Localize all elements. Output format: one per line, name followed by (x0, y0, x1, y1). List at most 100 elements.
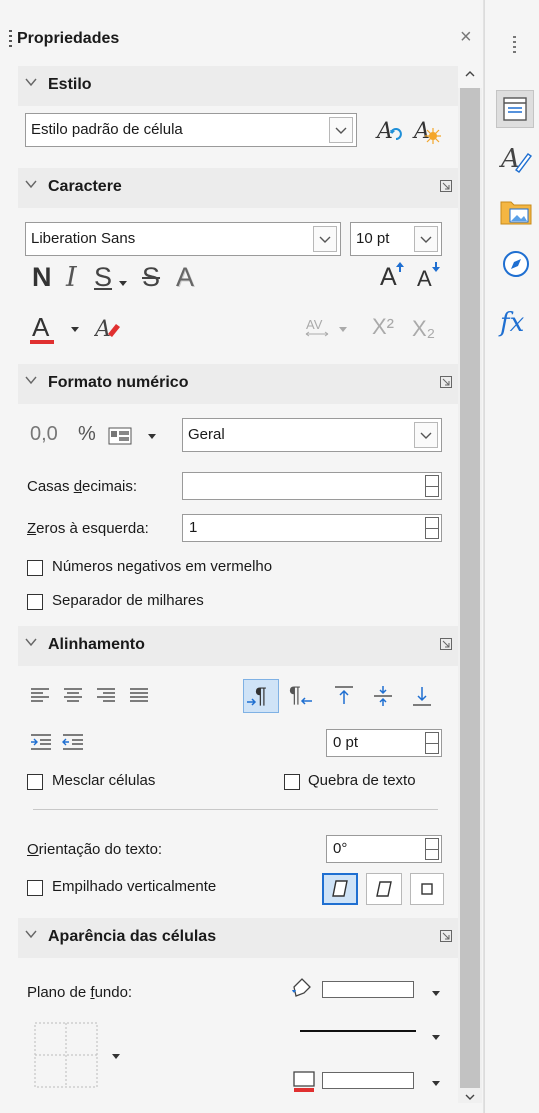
section-header-style[interactable]: Estilo (18, 66, 458, 106)
svg-text:A: A (375, 119, 393, 144)
justify-icon[interactable] (129, 686, 149, 706)
svg-text:A: A (94, 317, 111, 342)
chevron-down-icon (25, 930, 37, 939)
section-header-alignment[interactable]: Alinhamento (18, 626, 458, 666)
chevron-down-icon[interactable] (414, 422, 438, 448)
paragraph-ltr-icon: ¶ (247, 683, 267, 708)
tab-styles-icon[interactable]: A (498, 142, 534, 176)
close-panel-button[interactable]: × (460, 26, 472, 49)
more-options-icon[interactable] (440, 638, 452, 650)
tab-gallery-icon[interactable] (498, 196, 534, 228)
separator (33, 809, 438, 810)
decimal-format-button[interactable]: 0,0 (30, 423, 58, 446)
stacked-vertically-checkbox[interactable] (27, 880, 43, 896)
tab-navigator-icon[interactable] (500, 248, 532, 280)
line-color-swatch[interactable] (322, 1072, 414, 1089)
new-style-icon[interactable]: A (412, 117, 442, 145)
chevron-down-icon (25, 376, 37, 385)
number-format-select[interactable]: Geral (182, 418, 442, 452)
strikethrough-button[interactable]: S (142, 262, 160, 293)
chevron-down-icon[interactable] (313, 226, 337, 252)
leading-zeros-spinner[interactable]: 1 (182, 514, 442, 542)
orientation-option-3[interactable] (410, 873, 444, 905)
scroll-down-icon[interactable] (463, 1091, 477, 1103)
background-dropdown-icon[interactable] (431, 990, 441, 998)
deck-menu-icon[interactable] (513, 36, 516, 54)
merge-cells-label: Mesclar células (52, 772, 156, 789)
chevron-down-icon[interactable] (329, 117, 353, 143)
more-options-icon[interactable] (440, 930, 452, 942)
orientation-option-1[interactable] (322, 873, 358, 905)
decimal-places-spinner[interactable] (182, 472, 442, 500)
highlight-color-icon[interactable]: A (94, 314, 124, 342)
increase-indent-icon[interactable] (30, 733, 52, 753)
subscript-button: X₂ (412, 316, 436, 341)
font-name-select[interactable]: Liberation Sans (25, 222, 341, 256)
merge-cells-checkbox[interactable] (27, 774, 43, 790)
arrow-down-icon (432, 262, 440, 272)
shadow-button[interactable]: A (176, 262, 194, 293)
negative-red-checkbox[interactable] (27, 560, 43, 576)
align-right-icon[interactable] (96, 686, 116, 706)
chevron-down-icon[interactable] (414, 226, 438, 252)
number-format-icon[interactable] (108, 426, 132, 446)
section-header-number-format[interactable]: Formato numérico (18, 364, 458, 404)
more-options-icon[interactable] (440, 376, 452, 388)
text-orientation-spinner[interactable]: 0° (326, 835, 442, 863)
percent-format-button[interactable]: % (78, 423, 96, 446)
cell-borders-dropdown-icon[interactable] (111, 1053, 121, 1061)
panel-grip-icon[interactable] (9, 30, 12, 48)
indent-spinner[interactable]: 0 pt (326, 729, 442, 757)
align-center-icon[interactable] (63, 686, 83, 706)
bold-button[interactable]: N (32, 262, 52, 293)
shrink-font-button[interactable]: A (417, 266, 432, 292)
spin-buttons[interactable] (425, 732, 439, 754)
section-header-character[interactable]: Caractere (18, 168, 458, 208)
line-color-icon[interactable] (292, 1070, 316, 1094)
number-format-dropdown-icon[interactable] (147, 433, 157, 441)
tab-properties[interactable] (496, 90, 534, 128)
spin-buttons[interactable] (425, 475, 439, 497)
negative-red-label: Números negativos em vermelho (52, 558, 273, 575)
update-style-icon[interactable]: A (375, 117, 405, 145)
paragraph-rtl-icon[interactable]: ¶ (286, 679, 320, 711)
underline-dropdown-icon[interactable] (118, 280, 128, 288)
properties-icon (503, 97, 527, 121)
section-header-cell-appearance[interactable]: Aparência das células (18, 918, 458, 958)
wrap-text-checkbox[interactable] (284, 774, 300, 790)
cell-style-select[interactable]: Estilo padrão de célula (25, 113, 357, 147)
align-bottom-icon[interactable] (411, 684, 433, 708)
more-options-icon[interactable] (440, 180, 452, 192)
line-color-dropdown-icon[interactable] (431, 1080, 441, 1088)
background-label: Plano de fundo: (27, 984, 133, 1001)
background-color-swatch[interactable] (322, 981, 414, 998)
italic-button[interactable]: I (66, 262, 77, 293)
scrollbar-thumb[interactable] (460, 88, 480, 1088)
line-style-dropdown-icon[interactable] (431, 1034, 441, 1042)
character-spacing-icon: AV (305, 317, 329, 337)
thousands-separator-checkbox[interactable] (27, 594, 43, 610)
fill-bucket-icon[interactable] (290, 976, 318, 1000)
spin-buttons[interactable] (425, 838, 439, 860)
font-color-dropdown-icon[interactable] (70, 326, 80, 334)
font-color-swatch (30, 340, 54, 344)
thousands-separator-label: Separador de milhares (52, 592, 204, 609)
align-vcenter-icon[interactable] (372, 684, 394, 708)
font-size-select[interactable]: 10 pt (350, 222, 442, 256)
font-color-button[interactable]: A (32, 312, 49, 343)
line-style-preview[interactable] (300, 1030, 416, 1032)
section-label: Estilo (48, 76, 92, 93)
ltr-direction-button[interactable]: ¶ (243, 679, 279, 713)
text-orientation-label: Orientação do texto: (27, 841, 163, 858)
decrease-indent-icon[interactable] (62, 733, 84, 753)
cell-borders-icon[interactable] (34, 1022, 98, 1088)
scroll-up-icon[interactable] (463, 68, 477, 80)
orientation-option-2[interactable] (366, 873, 402, 905)
align-top-icon[interactable] (333, 684, 355, 708)
decimal-places-label: Casas decimais: (27, 478, 138, 495)
tab-functions-icon[interactable]: fx (500, 308, 524, 338)
align-left-icon[interactable] (30, 686, 50, 706)
spin-buttons[interactable] (425, 517, 439, 539)
underline-button[interactable]: S (94, 262, 112, 293)
stacked-vertically-label: Empilhado verticalmente (52, 878, 217, 895)
